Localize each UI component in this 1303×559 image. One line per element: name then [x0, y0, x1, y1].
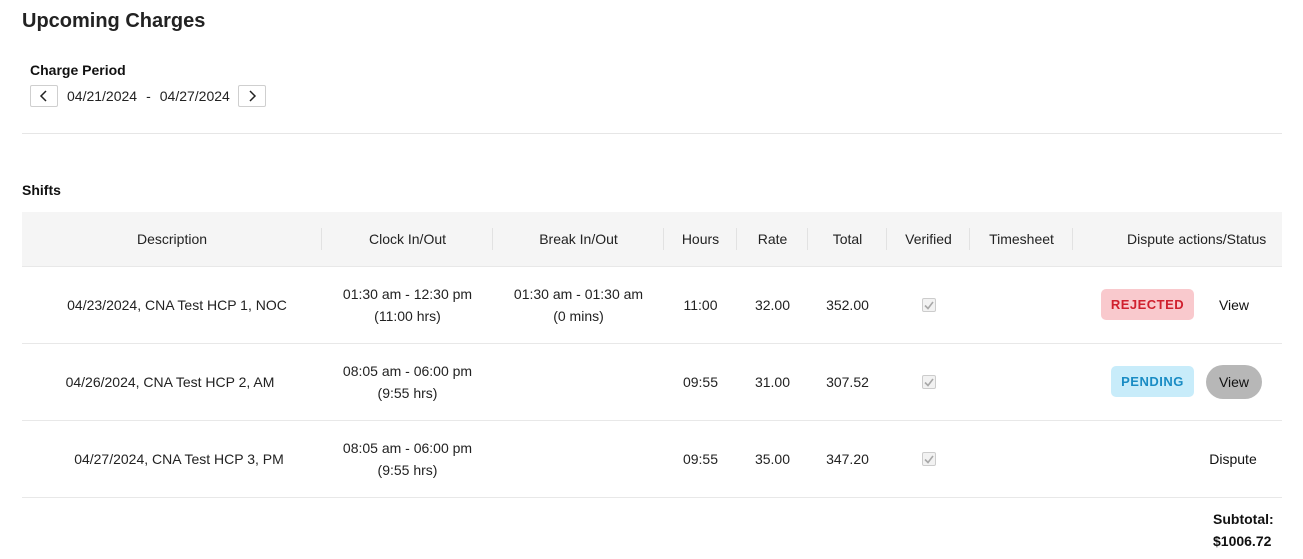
column-header-rate[interactable]: Rate — [737, 212, 808, 266]
shift-hours: 09:55 — [682, 374, 719, 390]
shift-rate: 31.00 — [754, 374, 791, 390]
verified-checkbox[interactable] — [921, 298, 936, 312]
column-header-clock[interactable]: Clock In/Out — [322, 212, 493, 266]
timesheet-cell — [970, 421, 1073, 497]
clock-duration: (9:55 hrs) — [377, 462, 438, 478]
shift-description: 04/27/2024, CNA Test HCP 3, PM — [74, 451, 284, 467]
chevron-right-icon — [249, 90, 256, 102]
view-button[interactable]: View — [1206, 365, 1262, 399]
check-icon — [923, 378, 934, 387]
shift-rate: 35.00 — [754, 451, 791, 467]
table-header: Description Clock In/Out Break In/Out Ho… — [22, 212, 1282, 267]
column-header-break[interactable]: Break In/Out — [493, 212, 664, 266]
timesheet-cell — [970, 344, 1073, 420]
page-title: Upcoming Charges — [22, 10, 206, 32]
dispute-button[interactable]: Dispute — [1198, 421, 1268, 497]
check-icon — [923, 455, 934, 464]
table-row: 04/27/2024, CNA Test HCP 3, PM 08:05 am … — [22, 421, 1282, 498]
charge-period-nav: 04/21/2024 - 04/27/2024 — [30, 84, 266, 108]
verified-cell — [887, 267, 970, 343]
previous-period-button[interactable] — [30, 85, 58, 107]
status-badge-pending: PENDING — [1111, 366, 1194, 397]
shift-hours: 11:00 — [683, 297, 718, 313]
subtotal: Subtotal: $1006.72 — [1213, 508, 1274, 552]
column-header-verified[interactable]: Verified — [887, 212, 970, 266]
break-duration: (0 mins) — [553, 308, 604, 324]
column-header-description[interactable]: Description — [22, 212, 322, 266]
shift-total: 307.52 — [826, 374, 869, 390]
clock-in-out: 08:05 am - 06:00 pm (9:55 hrs) — [322, 421, 493, 497]
clock-in-out: 08:05 am - 06:00 pm (9:55 hrs) — [322, 344, 493, 420]
next-period-button[interactable] — [237, 85, 266, 107]
table-row: 04/26/2024, CNA Test HCP 2, AM 08:05 am … — [22, 344, 1282, 421]
shifts-table: Description Clock In/Out Break In/Out Ho… — [22, 212, 1282, 498]
clock-range: 01:30 am - 12:30 pm — [342, 286, 473, 302]
column-header-hours[interactable]: Hours — [664, 212, 737, 266]
table-row: 04/23/2024, CNA Test HCP 1, NOC 01:30 am… — [22, 267, 1282, 344]
shifts-section-title: Shifts — [22, 182, 61, 198]
shift-rate: 32.00 — [754, 297, 791, 313]
column-header-timesheet[interactable]: Timesheet — [970, 212, 1073, 266]
check-icon — [923, 301, 934, 310]
verified-checkbox[interactable] — [921, 375, 936, 389]
shift-total: 347.20 — [826, 451, 869, 467]
view-button[interactable]: View — [1206, 267, 1262, 343]
chevron-left-icon — [39, 90, 47, 102]
subtotal-label: Subtotal: — [1213, 511, 1274, 527]
clock-range: 08:05 am - 06:00 pm — [342, 363, 473, 379]
clock-range: 08:05 am - 06:00 pm — [342, 440, 473, 456]
charge-period-label: Charge Period — [30, 62, 126, 78]
verified-checkbox[interactable] — [921, 452, 936, 466]
clock-in-out: 01:30 am - 12:30 pm (11:00 hrs) — [322, 267, 493, 343]
break-range: 01:30 am - 01:30 am — [513, 286, 644, 302]
break-in-out — [493, 344, 664, 420]
verified-cell — [887, 421, 970, 497]
shift-description: 04/26/2024, CNA Test HCP 2, AM — [65, 374, 275, 390]
shift-description: 04/23/2024, CNA Test HCP 1, NOC — [67, 297, 287, 313]
shift-total: 352.00 — [826, 297, 869, 313]
break-in-out: 01:30 am - 01:30 am (0 mins) — [493, 267, 664, 343]
break-in-out — [493, 421, 664, 497]
clock-duration: (9:55 hrs) — [377, 385, 438, 401]
period-separator: - — [146, 88, 151, 104]
subtotal-value: $1006.72 — [1213, 533, 1272, 549]
shift-hours: 09:55 — [682, 451, 719, 467]
column-header-total[interactable]: Total — [808, 212, 887, 266]
clock-duration: (11:00 hrs) — [374, 308, 441, 324]
section-divider — [22, 133, 1282, 134]
timesheet-cell — [970, 267, 1073, 343]
verified-cell — [887, 344, 970, 420]
column-header-dispute[interactable]: Dispute actions/Status — [1073, 212, 1282, 266]
period-start-date: 04/21/2024 — [67, 88, 138, 104]
period-end-date: 04/27/2024 — [159, 88, 230, 104]
status-badge-rejected: REJECTED — [1101, 289, 1194, 320]
